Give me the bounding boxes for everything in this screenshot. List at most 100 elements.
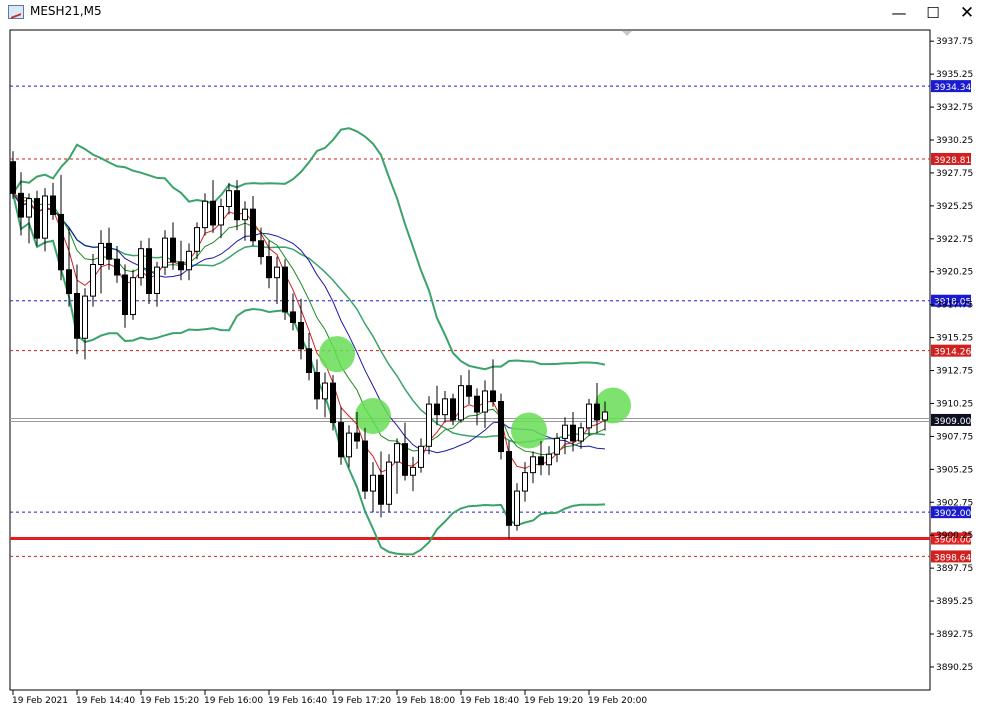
candle-body	[234, 190, 240, 221]
candle-body	[90, 263, 96, 297]
level-label: 3898.64	[934, 553, 971, 563]
candle-body	[26, 198, 32, 218]
candle-body	[434, 403, 440, 416]
time-tick-label: 19 Feb 17:20	[332, 696, 391, 706]
candle-body	[306, 348, 312, 374]
candle-body	[298, 321, 304, 350]
price-tick-label: 3902.75	[936, 498, 973, 508]
candle-body	[522, 472, 528, 492]
candle-body	[474, 395, 480, 413]
price-tick-label: 3925.25	[936, 202, 973, 212]
candle-body	[458, 385, 464, 421]
candle-body	[202, 200, 208, 229]
candle-body	[346, 432, 352, 458]
levels-layer: 3934.343928.813918.053914.263902.003900.…	[10, 80, 971, 563]
candle-body	[370, 474, 376, 492]
time-tick-label: 19 Feb 20:00	[588, 696, 647, 706]
candle-body	[354, 432, 360, 442]
candle-body	[82, 295, 88, 339]
candle-body	[210, 200, 216, 226]
price-tick-label: 3935.25	[936, 70, 973, 80]
candle-body	[594, 403, 600, 421]
candle-body	[106, 242, 112, 260]
chart-area[interactable]: 3934.34 3928.81 3918.05 3914.26 3902.00 3900.…	[0, 26, 984, 714]
window-titlebar: MESH21,M5 — ☐ ✕	[0, 0, 984, 27]
close-button[interactable]: ✕	[950, 0, 984, 26]
plot-border	[9, 29, 931, 691]
highlight-markers	[319, 336, 631, 449]
price-tick-label: 3900.25	[936, 531, 973, 541]
time-axis: 19 Feb 2021 19 Feb 14:40 19 Feb 15:20 19 Fe…	[12, 690, 647, 706]
price-tick-label: 3895.25	[936, 597, 973, 607]
candle-body	[194, 227, 200, 252]
candle-body	[546, 453, 552, 466]
candle-body	[362, 440, 368, 492]
candle-body	[18, 192, 24, 218]
price-tick-label: 3910.25	[936, 399, 973, 409]
candle-body	[450, 398, 456, 421]
candle-body	[34, 198, 40, 239]
chart-window-icon	[8, 5, 24, 19]
candle-body	[482, 390, 488, 413]
time-tick-label: 19 Feb 19:20	[524, 696, 583, 706]
level-label: 3914.26	[934, 348, 971, 358]
candle-body	[386, 461, 392, 505]
maximize-button[interactable]: ☐	[916, 0, 950, 26]
highlight-circle	[511, 412, 547, 449]
candle-body	[250, 208, 256, 242]
candle-body	[498, 400, 504, 453]
price-tick-label: 3922.75	[936, 235, 973, 245]
candle-body	[410, 466, 416, 476]
candle-body	[122, 274, 128, 316]
candle-body	[114, 258, 120, 276]
candle-body	[154, 266, 160, 294]
level-label: 3928.81	[934, 156, 971, 166]
highlight-circle	[595, 387, 631, 424]
highlight-circle	[355, 397, 391, 434]
candle-body	[162, 237, 168, 268]
candle-body	[10, 161, 16, 194]
time-tick-label: 19 Feb 15:20	[140, 696, 199, 706]
highlight-circle	[319, 336, 355, 373]
price-tick-label: 3907.75	[936, 432, 973, 442]
candle-body	[178, 261, 184, 271]
candle-body	[74, 292, 80, 339]
candle-body	[266, 256, 272, 279]
ma-slow	[12, 193, 606, 454]
bid-label: 3909.00	[934, 417, 971, 427]
candle-body	[226, 190, 232, 208]
price-tick-label: 3905.25	[936, 465, 973, 475]
candle-body	[530, 456, 536, 474]
price-tick-label: 3932.75	[936, 103, 973, 113]
candle-body	[394, 443, 400, 463]
minimize-button[interactable]: —	[882, 0, 916, 26]
candle-body	[58, 213, 64, 271]
candle-body	[442, 398, 448, 416]
ma-mid	[12, 192, 606, 455]
candle-body	[338, 422, 344, 458]
price-tick-label: 3892.75	[936, 630, 973, 640]
time-tick-label: 19 Feb 14:40	[76, 696, 135, 706]
price-tick-label: 3912.75	[936, 367, 973, 377]
candle-body	[578, 427, 584, 442]
price-chart[interactable]: 3934.343928.813918.053914.263902.003900.…	[0, 26, 984, 714]
time-tick-label: 19 Feb 18:00	[396, 696, 455, 706]
price-tick-label: 3937.75	[936, 37, 973, 47]
candles	[10, 151, 608, 539]
time-tick-label: 19 Feb 18:40	[460, 696, 519, 706]
candle-body	[514, 490, 520, 526]
candle-body	[98, 242, 104, 265]
price-tick-label: 3927.75	[936, 169, 973, 179]
candle-body	[146, 248, 152, 294]
price-tick-label: 3930.25	[936, 136, 973, 146]
candle-body	[130, 277, 136, 316]
candle-body	[50, 195, 56, 215]
time-tick-label: 19 Feb 16:00	[204, 696, 263, 706]
candle-body	[258, 240, 264, 258]
level-label: 3934.34	[934, 83, 971, 93]
price-tick-label: 3897.75	[936, 564, 973, 574]
window-title: MESH21,M5	[30, 4, 102, 18]
shift-marker-icon[interactable]	[622, 31, 632, 36]
candle-body	[490, 390, 496, 402]
candle-body	[554, 437, 560, 455]
